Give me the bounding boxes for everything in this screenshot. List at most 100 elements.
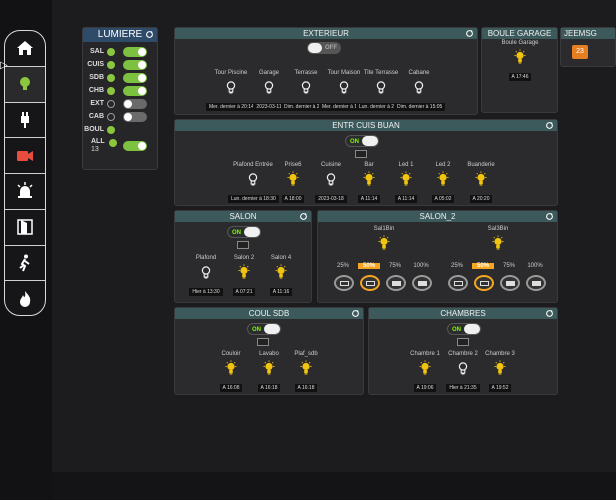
bulb-off-icon [458, 362, 468, 375]
lumiere-toggle[interactable] [123, 111, 147, 122]
bulb-on-icon [225, 360, 237, 375]
device-name: Chambre 3 [485, 351, 515, 357]
lumiere-toggle[interactable] [123, 85, 147, 96]
bulb-on-icon [300, 360, 312, 375]
bulb-off-icon [414, 81, 424, 94]
nav-button-door[interactable] [5, 210, 45, 246]
lumiere-title-text: LUMIERE [97, 29, 143, 40]
device-salon[interactable]: Salon 4 A 11:16 [256, 255, 306, 298]
status-dot [107, 86, 115, 95]
refresh-icon[interactable] [465, 29, 474, 38]
toggle-knob [138, 86, 146, 95]
device-chambres[interactable]: Chambre 3 A 19:52 [475, 351, 525, 394]
lumiere-panel: LUMIERE SAL CUIS SDB CHB EXT CAB BOUL ALL 13 [82, 27, 158, 170]
nav-button-home[interactable] [5, 31, 45, 67]
lumiere-row-label: CHB [88, 87, 104, 94]
select-checkbox[interactable] [257, 338, 269, 346]
bulb-on-icon [437, 171, 449, 186]
coul-master-toggle[interactable]: ON [247, 323, 281, 335]
device-status: A 11:16 [269, 288, 293, 296]
bulb-on-icon [363, 171, 375, 186]
level-button[interactable] [474, 275, 494, 291]
group-name: Sal1Bin [373, 226, 395, 232]
device-status: 2023-03-11 [253, 103, 285, 111]
entr-title: ENTR CUIS BUAN [175, 120, 557, 131]
battery-level-icon [532, 281, 541, 286]
refresh-icon[interactable] [351, 309, 360, 318]
salon-title-text: SALON [229, 212, 257, 221]
all-toggle[interactable] [123, 141, 147, 151]
level-button[interactable] [500, 275, 520, 291]
bulb-on-icon [475, 171, 487, 186]
salon2-panel: SALON_2 Sal1Bin 25% 50% 75% 100% Sal3Bin 25% 50… [317, 210, 558, 303]
all-status-dot [109, 139, 117, 147]
nav-button-camera[interactable] [5, 138, 45, 174]
lumiere-toggle[interactable] [123, 46, 147, 57]
device-status: A 19:52 [488, 384, 512, 392]
bottom-bar [52, 472, 616, 500]
bulb-off-icon [264, 81, 274, 94]
lumiere-row: CUIS [83, 58, 157, 71]
device-status: 2023-03-18 [315, 195, 347, 203]
device-status: Hier à 13:30 [189, 288, 223, 296]
level-button[interactable] [448, 275, 468, 291]
toggle-knob [244, 227, 260, 237]
bulb-on-icon [494, 360, 506, 375]
lumiere-toggle[interactable] [123, 59, 147, 70]
device-coul[interactable]: Plaf_sdb A 16:18 [281, 351, 331, 394]
level-label: 100% [413, 263, 429, 269]
entr-master-toggle[interactable]: ON [345, 135, 379, 147]
entr-title-text: ENTR CUIS BUAN [332, 121, 400, 130]
refresh-icon[interactable] [545, 121, 554, 130]
refresh-icon[interactable] [545, 212, 554, 221]
exterieur-master-toggle[interactable]: OFF [307, 42, 341, 54]
chambres-title: CHAMBRES [369, 308, 557, 319]
device-entr[interactable]: Buanderie A 20:20 [456, 162, 506, 205]
toggle-knob [362, 136, 378, 146]
nav-column [4, 30, 46, 316]
refresh-icon[interactable] [145, 30, 154, 39]
select-checkbox[interactable] [237, 241, 249, 249]
nav-button-plug[interactable] [5, 103, 45, 139]
exterieur-title: EXTERIEUR [175, 28, 477, 39]
level-button[interactable] [334, 275, 354, 291]
status-dot [107, 99, 115, 108]
salon-master-toggle[interactable]: ON [227, 226, 261, 238]
device-exterieur[interactable]: Cabane Dim. dernier à 15:05 [394, 70, 446, 113]
toggle-knob [138, 142, 146, 150]
toggle-knob [138, 60, 146, 69]
level-button[interactable] [526, 275, 546, 291]
message-count-badge[interactable]: 23 [572, 45, 588, 59]
nav-button-bulb[interactable] [5, 66, 45, 103]
device-name: Boule Garage [501, 40, 539, 46]
select-checkbox[interactable] [355, 150, 367, 158]
chambres-master-toggle[interactable]: ON [447, 323, 481, 335]
nav-button-fire[interactable] [5, 281, 45, 315]
plug-icon [21, 111, 29, 128]
nav-button-alarm[interactable] [5, 174, 45, 210]
toggle-knob [308, 43, 322, 53]
level-label: 100% [527, 263, 543, 269]
nav-button-motion[interactable] [5, 246, 45, 282]
camera-icon [17, 150, 33, 161]
bulb-on-icon [514, 49, 526, 64]
status-dot [107, 73, 115, 82]
device-name: Plaf_sdb [294, 351, 318, 357]
level-button[interactable] [412, 275, 432, 291]
refresh-icon[interactable] [299, 212, 308, 221]
level-label: 50% [358, 263, 380, 269]
bulb-off-icon [201, 266, 211, 279]
status-dot [107, 125, 115, 134]
device-boule_garage[interactable]: Boule Garage A 17:46 [495, 40, 545, 83]
all-label: ALL [91, 138, 105, 145]
refresh-icon[interactable] [545, 309, 554, 318]
level-button[interactable] [386, 275, 406, 291]
device-status: A 11:14 [357, 195, 381, 203]
lumiere-row: CHB [83, 84, 157, 97]
device-name: Buanderie [467, 162, 495, 168]
select-checkbox[interactable] [457, 338, 469, 346]
lumiere-toggle[interactable] [123, 72, 147, 83]
lumiere-toggle[interactable] [123, 98, 147, 109]
level-button[interactable] [360, 275, 380, 291]
lumiere-row: CAB [83, 110, 157, 123]
